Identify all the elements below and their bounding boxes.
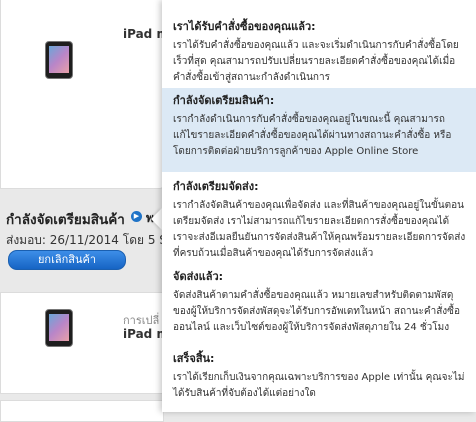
popover-caret (151, 208, 162, 230)
status-section-received: เราได้รับคำสั่งซื้อของคุณแล้ว: เราได้รับ… (162, 14, 476, 90)
status-section-preparing: กำลังจัดเตรียมสินค้า: เรากำลังดำเนินการก… (162, 88, 476, 172)
status-section-title: เราได้รับคำสั่งซื้อของคุณแล้ว: (173, 20, 316, 33)
product-card: การเปลี่ iPad mi (0, 292, 164, 394)
status-section-title: จัดส่งแล้ว: (173, 270, 224, 283)
order-status-title: กำลังจัดเตรียมสินค้า (6, 212, 125, 228)
order-status-help-popover: เราได้รับคำสั่งซื้อของคุณแล้ว: เราได้รับ… (162, 0, 476, 412)
status-section-preparing-to-ship: กำลังเตรียมจัดส่ง: เรากำลังจัดสินค้าของค… (162, 174, 476, 266)
status-section-shipped: จัดส่งแล้ว: จัดส่งสินค้าตามคำสั่งซื้อของ… (162, 264, 476, 340)
product-name[interactable]: iPad mi (123, 327, 163, 341)
status-section-body: เราได้รับคำสั่งซื้อของคุณแล้ว และจะเริ่ม… (173, 40, 459, 83)
order-status-area: กำลังจัดเตรียมสินค้า ▶ พ ส่งมอบ: 26/11/2… (0, 200, 202, 280)
status-section-body: เราได้เรียกเก็บเงินจากคุณเฉพาะบริการของ … (173, 372, 465, 399)
status-section-complete: เสร็จสิ้น: เราได้เรียกเก็บเงินจากคุณเฉพา… (162, 346, 476, 406)
status-section-body: จัดส่งสินค้าตามคำสั่งซื้อของคุณแล้ว หมาย… (173, 290, 460, 333)
product-card (0, 400, 164, 422)
ipad-thumbnail[interactable] (45, 309, 73, 347)
product-card: iPad mi (0, 0, 164, 189)
product-name[interactable]: iPad mi (123, 27, 163, 41)
ipad-thumbnail[interactable] (45, 41, 73, 79)
status-section-title: กำลังเตรียมจัดส่ง: (173, 180, 259, 193)
status-section-body: เรากำลังดำเนินการกับคำสั่งซื้อของคุณอยู่… (173, 114, 452, 157)
status-section-title: กำลังจัดเตรียมสินค้า: (173, 94, 275, 107)
status-section-body: เรากำลังจัดสินค้าของคุณเพื่อจัดส่ง และที… (173, 200, 466, 259)
status-section-title: เสร็จสิ้น: (173, 352, 215, 365)
status-info-icon[interactable]: ▶ (131, 211, 142, 222)
cancel-item-button[interactable]: ยกเลิกสินค้า (8, 250, 126, 270)
